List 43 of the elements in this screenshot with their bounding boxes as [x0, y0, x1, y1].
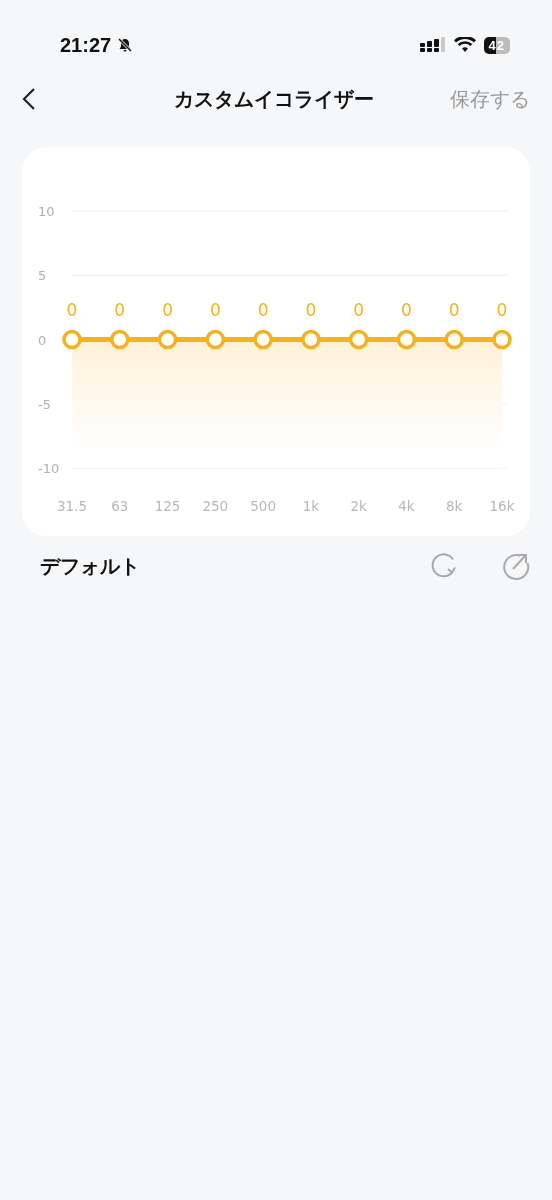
x-tick-label: 1k	[302, 498, 320, 514]
x-tick-label: 2k	[350, 498, 367, 514]
value-label: 0	[305, 299, 317, 320]
x-tick-label: 4k	[398, 498, 415, 514]
wifi-icon	[453, 37, 476, 53]
value-label: 0	[496, 299, 508, 320]
save-button[interactable]: 保存する	[450, 85, 530, 113]
band-handle[interactable]	[492, 329, 512, 350]
band-handle[interactable]	[301, 329, 321, 350]
value-label: 0	[353, 299, 365, 320]
status-time: 21:27	[60, 33, 112, 57]
band-handle[interactable]	[110, 329, 130, 350]
x-tick-label: 500	[250, 498, 276, 514]
y-tick-label: 10	[38, 204, 55, 219]
band-handle[interactable]	[253, 329, 273, 350]
value-label: 0	[257, 299, 269, 320]
bell-muted-icon	[117, 37, 134, 53]
y-tick-label: -10	[38, 461, 60, 476]
band-handle[interactable]	[205, 329, 226, 350]
value-label: 0	[448, 299, 460, 320]
y-tick-label: -5	[38, 396, 51, 412]
battery-indicator: 42	[483, 36, 510, 54]
y-tick-label: 5	[38, 268, 47, 284]
x-tick-label: 8k	[446, 498, 463, 514]
value-label: 0	[209, 299, 221, 320]
value-label: 0	[66, 299, 78, 320]
x-tick-label: 31.5	[56, 498, 88, 514]
band-handle[interactable]	[348, 329, 369, 350]
x-tick-label: 63	[111, 498, 129, 514]
signal-icon	[419, 37, 446, 53]
x-tick-label: 16k	[489, 498, 515, 514]
band-handle[interactable]	[62, 329, 82, 350]
value-label: 0	[162, 299, 173, 320]
preset-name: デフォルト	[40, 552, 141, 580]
page-title: カスタムイコライザー	[174, 85, 374, 113]
value-label: 0	[401, 299, 412, 320]
y-tick-label: 0	[38, 332, 47, 348]
value-label: 0	[114, 299, 126, 320]
band-handle[interactable]	[396, 329, 417, 350]
band-handle[interactable]	[157, 329, 178, 350]
band-handle[interactable]	[444, 329, 464, 350]
x-tick-label: 125	[154, 498, 181, 514]
x-tick-label: 250	[202, 498, 229, 514]
